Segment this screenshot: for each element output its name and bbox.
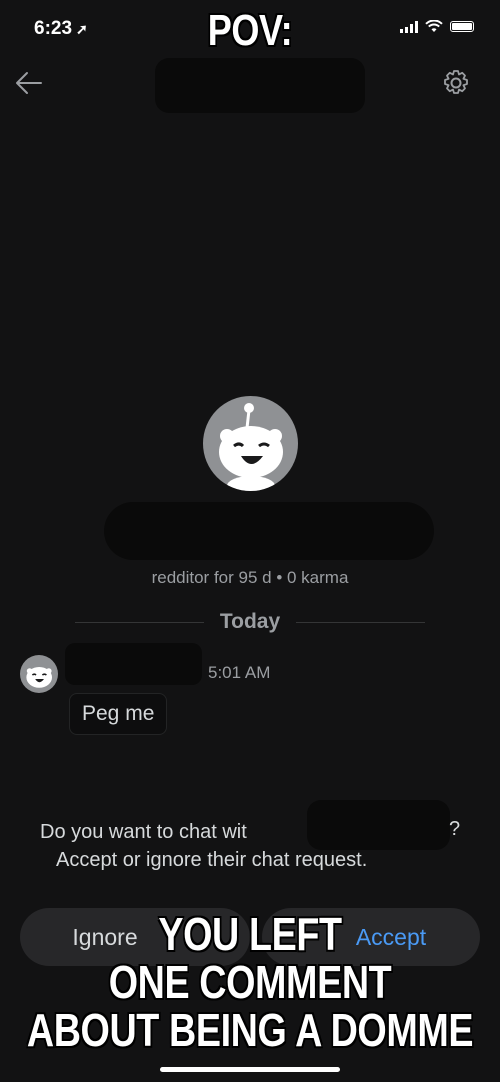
redacted-username-header	[155, 58, 365, 113]
gear-icon[interactable]	[441, 68, 471, 98]
redacted-display-name	[104, 502, 434, 560]
meme-top-caption: POV:	[207, 5, 294, 56]
prompt-question-mark: ?	[449, 818, 461, 840]
day-separator: Today	[75, 610, 426, 634]
home-indicator	[160, 1067, 340, 1072]
sender-avatar[interactable]	[20, 655, 58, 693]
back-arrow-icon[interactable]	[14, 68, 44, 98]
meme-bottom-line-2: ONE COMMENT	[108, 956, 393, 1008]
meme-bottom-line-3: ABOUT BEING A DOMME	[26, 1004, 474, 1056]
message-time: 5:01 AM	[208, 663, 271, 682]
snoo-avatar-icon	[219, 403, 283, 491]
redacted-sender-name	[65, 643, 202, 685]
profile-meta: redditor for 95 d • 0 karma	[151, 568, 349, 587]
snoo-avatar-icon	[26, 667, 52, 688]
redacted-requester-name	[307, 800, 450, 850]
day-label: Today	[219, 610, 281, 633]
prompt-line-2: Accept or ignore their chat request.	[56, 849, 368, 871]
meme-bottom-caption: YOU LEFT ONE COMMENT ABOUT BEING A DOMME	[26, 908, 474, 1055]
meme-bottom-line-1: YOU LEFT	[158, 908, 343, 960]
profile-avatar	[203, 396, 298, 491]
message-bubble: Peg me	[69, 693, 168, 735]
